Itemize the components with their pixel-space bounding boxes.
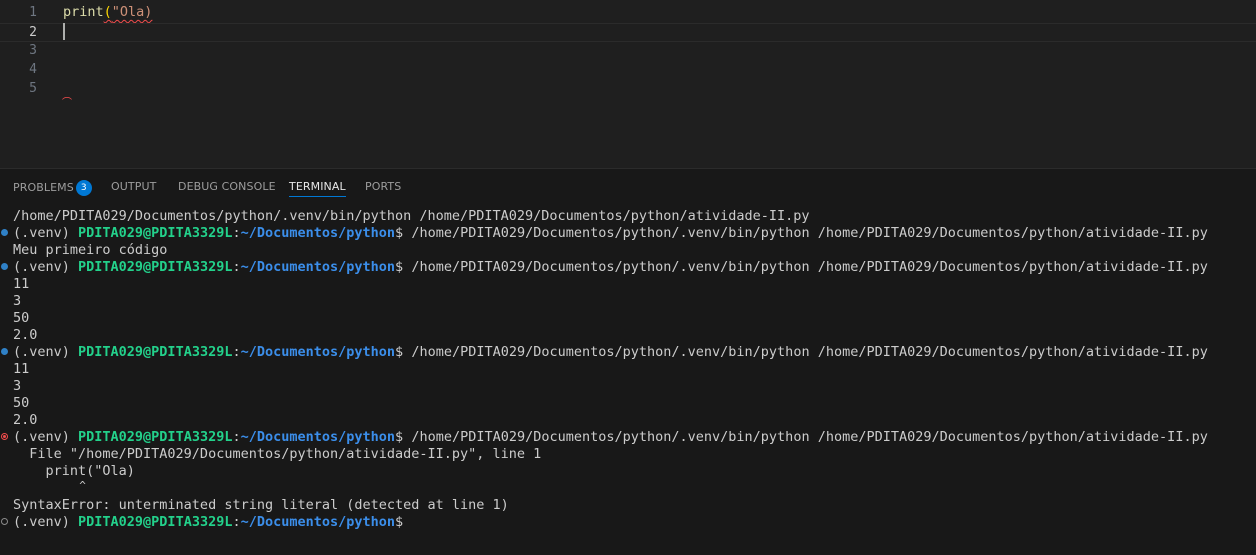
terminal-line: 2.0 xyxy=(13,412,38,428)
code-editor[interactable]: 1 print("Ola) 2 3 4 5 ︵ xyxy=(0,0,1256,168)
terminal-line: File "/home/PDITA029/Documentos/python/a… xyxy=(13,446,542,462)
error-squiggle-icon: ︵ xyxy=(62,91,72,102)
terminal-error-message: SyntaxError: unterminated string literal… xyxy=(13,497,509,513)
line-number: 2 xyxy=(29,25,37,40)
code-token-string: "Ola) xyxy=(111,4,153,20)
line-number: 1 xyxy=(29,5,37,20)
editor-line-3[interactable]: 3 xyxy=(0,41,1256,60)
command-success-icon[interactable] xyxy=(1,229,8,236)
terminal-prompt-line: (.venv) PDITA029@PDITA3329L:~/Documentos… xyxy=(13,259,1208,275)
tab-output[interactable]: OUTPUT xyxy=(111,180,156,202)
terminal-line: 11 xyxy=(13,276,30,292)
terminal-line: Meu primeiro código xyxy=(13,242,168,258)
terminal-line: 3 xyxy=(13,293,22,309)
terminal-line: 11 xyxy=(13,361,30,377)
terminal-prompt-line: (.venv) PDITA029@PDITA3329L:~/Documentos… xyxy=(13,225,1208,241)
code-token-paren: ( xyxy=(103,4,112,20)
editor-line-1[interactable]: 1 print("Ola) xyxy=(0,3,1256,22)
terminal-line: /home/PDITA029/Documentos/python/.venv/b… xyxy=(13,208,810,224)
terminal-line: 50 xyxy=(13,395,30,411)
terminal-line: 3 xyxy=(13,378,22,394)
code-text[interactable]: print("Ola) xyxy=(63,3,152,22)
text-cursor xyxy=(63,23,65,40)
line-number: 3 xyxy=(29,43,37,58)
editor-line-5[interactable]: 5 xyxy=(0,79,1256,98)
command-success-icon[interactable] xyxy=(1,348,8,355)
code-token-function: print xyxy=(63,4,104,20)
problems-count-badge: 3 xyxy=(75,180,92,196)
terminal-prompt-line: (.venv) PDITA029@PDITA3329L:~/Documentos… xyxy=(13,344,1208,360)
terminal-line: 50 xyxy=(13,310,30,326)
tab-problems-label: PROBLEMS xyxy=(13,181,74,194)
terminal-current-prompt[interactable]: (.venv) PDITA029@PDITA3329L:~/Documentos… xyxy=(13,514,411,531)
tab-problems[interactable]: PROBLEMS 3 xyxy=(13,180,92,202)
bottom-panel: PROBLEMS 3 OUTPUT DEBUG CONSOLE TERMINAL … xyxy=(0,168,1256,555)
line-number: 4 xyxy=(29,62,37,77)
terminal-output[interactable]: /home/PDITA029/Documentos/python/.venv/b… xyxy=(0,207,1256,555)
editor-line-2[interactable]: 2 xyxy=(0,23,1256,42)
tab-ports[interactable]: PORTS xyxy=(365,180,401,202)
command-error-icon[interactable] xyxy=(1,433,8,440)
line-number: 5 xyxy=(29,81,37,96)
command-pending-icon[interactable] xyxy=(1,518,8,525)
tab-terminal[interactable]: TERMINAL xyxy=(289,180,346,197)
command-success-icon[interactable] xyxy=(1,263,8,270)
terminal-line: 2.0 xyxy=(13,327,38,343)
terminal-prompt-line: (.venv) PDITA029@PDITA3329L:~/Documentos… xyxy=(13,429,1208,445)
tab-debug-console[interactable]: DEBUG CONSOLE xyxy=(178,180,276,202)
panel-tabs: PROBLEMS 3 OUTPUT DEBUG CONSOLE TERMINAL … xyxy=(0,169,1256,203)
editor-line-4[interactable]: 4 xyxy=(0,60,1256,79)
terminal-caret-line: ^ xyxy=(13,479,86,492)
